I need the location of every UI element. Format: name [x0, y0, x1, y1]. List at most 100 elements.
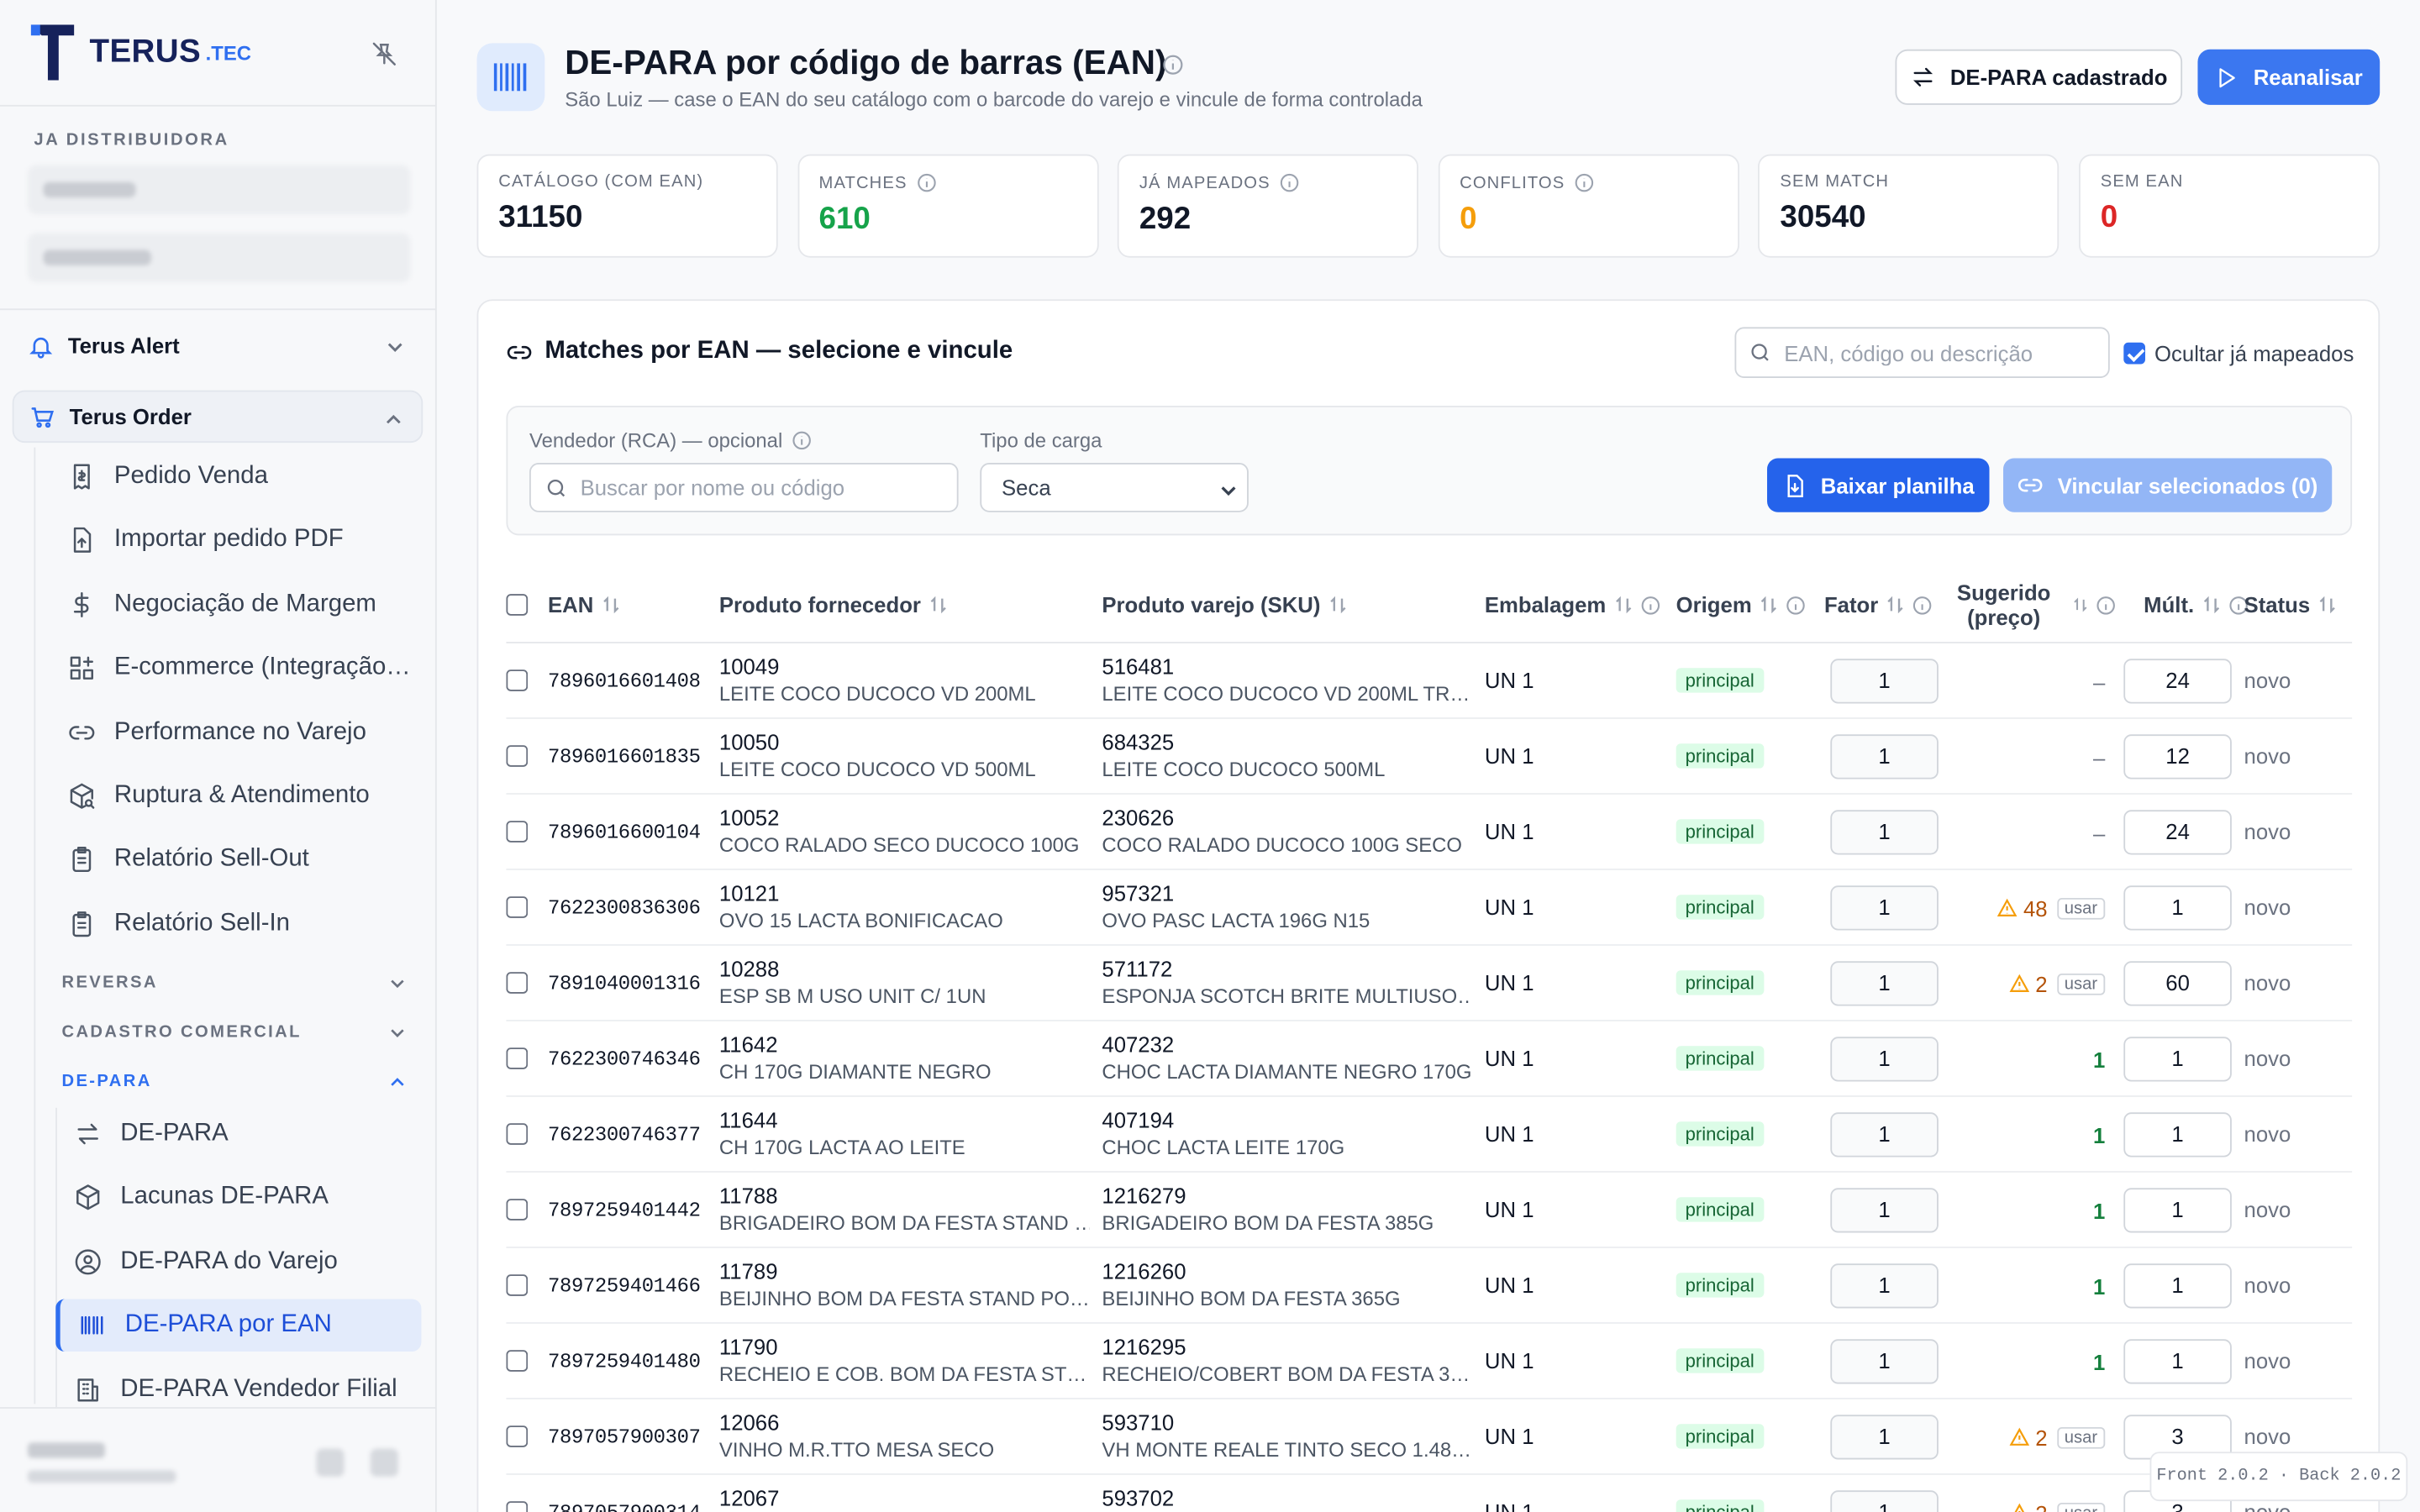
- fator-input[interactable]: 1: [1830, 659, 1939, 704]
- mult-input[interactable]: 24: [2123, 659, 2232, 704]
- table-row[interactable]: 7891040001316 10288 ESP SB M USO UNIT C/ 1…: [506, 946, 2353, 1021]
- mult-input[interactable]: 1: [2123, 885, 2232, 931]
- group-terus-order[interactable]: Terus Order: [12, 390, 424, 444]
- unpin-icon[interactable]: [371, 40, 398, 68]
- mult-input[interactable]: 12: [2123, 734, 2232, 780]
- fator-input[interactable]: 1: [1830, 1490, 1939, 1512]
- row-select[interactable]: [506, 745, 529, 774]
- subsection-reversa[interactable]: REVERSA: [61, 974, 404, 992]
- table-row[interactable]: 7897057900307 12066 VINHO M.R.TTO MESA SEC…: [506, 1399, 2353, 1475]
- fator-input[interactable]: 1: [1830, 1339, 1939, 1384]
- usar-button[interactable]: usar: [2056, 897, 2106, 919]
- sidebar-item-relat-rio-sell-out[interactable]: Relatório Sell-Out: [68, 834, 309, 886]
- sidebar-item-lacunas-de-para[interactable]: Lacunas DE-PARA: [74, 1172, 329, 1224]
- sidebar-item-pedido-venda[interactable]: Pedido Venda: [68, 450, 268, 502]
- fator-input[interactable]: 1: [1830, 1188, 1939, 1233]
- ean-search[interactable]: [1734, 327, 2110, 378]
- row-checkbox[interactable]: [506, 1350, 529, 1372]
- usar-button[interactable]: usar: [2056, 1426, 2106, 1448]
- mult-input[interactable]: 1: [2123, 1263, 2232, 1309]
- row-checkbox[interactable]: [506, 972, 529, 994]
- fator-input[interactable]: 1: [1830, 885, 1939, 931]
- row-select[interactable]: [506, 896, 529, 926]
- row-select[interactable]: [506, 972, 529, 1001]
- col-sugerido[interactable]: Sugerido (preço): [1957, 566, 2116, 643]
- table-row[interactable]: 7896016601408 10049 LEITE COCO DUCOCO VD 2…: [506, 643, 2353, 719]
- hide-mapped-toggle[interactable]: Ocultar já mapeados: [2123, 341, 2354, 365]
- link-selected-button[interactable]: Vincular selecionados (0): [2003, 458, 2333, 512]
- group-terus-alert[interactable]: Terus Alert: [13, 319, 424, 371]
- table-row[interactable]: 7896016600104 10052 COCO RALADO SECO DUCOC…: [506, 795, 2353, 870]
- table-row[interactable]: 7896016601835 10050 LEITE COCO DUCOCO VD 5…: [506, 719, 2353, 795]
- mult-input[interactable]: 1: [2123, 1188, 2232, 1233]
- info-icon[interactable]: [1574, 173, 1594, 193]
- info-icon[interactable]: [1640, 595, 1660, 615]
- subsection-cadastro-comercial[interactable]: CADASTRO COMERCIAL: [61, 1023, 404, 1042]
- row-select[interactable]: [506, 1501, 529, 1512]
- mult-input[interactable]: 24: [2123, 810, 2232, 855]
- fator-input[interactable]: 1: [1830, 810, 1939, 855]
- download-spreadsheet-button[interactable]: Baixar planilha: [1767, 458, 1990, 512]
- hide-mapped-checkbox[interactable]: [2123, 342, 2146, 365]
- subsection-de-para[interactable]: DE-PARA: [61, 1073, 404, 1091]
- mult-input[interactable]: 1: [2123, 1339, 2232, 1384]
- info-icon[interactable]: [792, 430, 812, 450]
- fator-input[interactable]: 1: [1830, 1112, 1939, 1158]
- row-checkbox[interactable]: [506, 669, 529, 691]
- row-checkbox[interactable]: [506, 1425, 529, 1447]
- sidebar-item-de-para[interactable]: DE-PARA: [74, 1108, 229, 1160]
- select-all-checkbox[interactable]: [506, 594, 529, 616]
- col-embalagem[interactable]: Embalagem: [1485, 566, 1660, 643]
- table-row[interactable]: 7897057900314 12067 593702 UN 1 principal 1 2u…: [506, 1475, 2352, 1512]
- row-select[interactable]: [506, 1350, 529, 1379]
- sidebar-item-de-para-do-varejo[interactable]: DE-PARA do Varejo: [74, 1236, 338, 1288]
- col-produto-varejo[interactable]: Produto varejo (SKU): [1102, 566, 1346, 643]
- ean-search-input[interactable]: [1784, 339, 2086, 365]
- row-checkbox[interactable]: [506, 1274, 529, 1296]
- select-all-cell[interactable]: [506, 566, 529, 643]
- info-icon[interactable]: [1162, 54, 1184, 76]
- settings-icon[interactable]: [316, 1448, 345, 1477]
- row-select[interactable]: [506, 1199, 529, 1228]
- col-ean[interactable]: EAN: [548, 566, 620, 643]
- col-mult[interactable]: Múlt.: [2144, 566, 2248, 643]
- row-checkbox[interactable]: [506, 1047, 529, 1069]
- mult-input[interactable]: 1: [2123, 1112, 2232, 1158]
- row-select[interactable]: [506, 669, 529, 699]
- de-para-cadastrado-button[interactable]: DE-PARA cadastrado: [1895, 49, 2183, 105]
- usar-button[interactable]: usar: [2056, 1502, 2106, 1512]
- row-checkbox[interactable]: [506, 1501, 529, 1512]
- fator-input[interactable]: 1: [1830, 1415, 1939, 1460]
- col-status[interactable]: Status: [2244, 566, 2337, 643]
- usar-button[interactable]: usar: [2056, 973, 2106, 995]
- table-row[interactable]: 7897259401466 11789 BEIJINHO BOM DA FESTA …: [506, 1248, 2353, 1324]
- sidebar-item-e-commerce-integra-o[interactable]: E-commerce (Integração…: [68, 642, 411, 694]
- fator-input[interactable]: 1: [1830, 734, 1939, 780]
- info-icon[interactable]: [2096, 595, 2116, 615]
- row-select[interactable]: [506, 1047, 529, 1077]
- row-select[interactable]: [506, 1123, 529, 1152]
- table-row[interactable]: 7622300836306 10121 OVO 15 LACTA BONIFICAC…: [506, 870, 2353, 946]
- mult-input[interactable]: 1: [2123, 1037, 2232, 1082]
- info-icon[interactable]: [917, 173, 937, 193]
- table-row[interactable]: 7622300746346 11642 CH 170G DIAMANTE NEGRO…: [506, 1021, 2353, 1097]
- logout-icon[interactable]: [370, 1448, 398, 1477]
- table-row[interactable]: 7897259401442 11788 BRIGADEIRO BOM DA FEST…: [506, 1173, 2353, 1248]
- col-origem[interactable]: Origem: [1676, 566, 1806, 643]
- mult-input[interactable]: 60: [2123, 961, 2232, 1006]
- row-checkbox[interactable]: [506, 1199, 529, 1221]
- sidebar-item-importar-pedido-pdf[interactable]: Importar pedido PDF: [68, 514, 344, 566]
- row-checkbox[interactable]: [506, 1123, 529, 1145]
- table-row[interactable]: 7897259401480 11790 RECHEIO E COB. BOM DA …: [506, 1324, 2353, 1399]
- branch-select-blurred[interactable]: [28, 233, 411, 283]
- distributor-select-blurred[interactable]: [28, 165, 411, 215]
- sidebar-item-de-para-por-ean[interactable]: DE-PARA por EAN: [55, 1299, 422, 1352]
- vendor-search[interactable]: [529, 463, 959, 512]
- vendor-search-input[interactable]: [580, 475, 881, 501]
- brand-logo[interactable]: TERUS .TEC: [30, 24, 251, 81]
- row-checkbox[interactable]: [506, 745, 529, 767]
- row-select[interactable]: [506, 1425, 529, 1455]
- col-produto-fornecedor[interactable]: Produto fornecedor: [719, 566, 947, 643]
- info-icon[interactable]: [1912, 595, 1933, 615]
- carga-select[interactable]: Seca: [980, 463, 1249, 512]
